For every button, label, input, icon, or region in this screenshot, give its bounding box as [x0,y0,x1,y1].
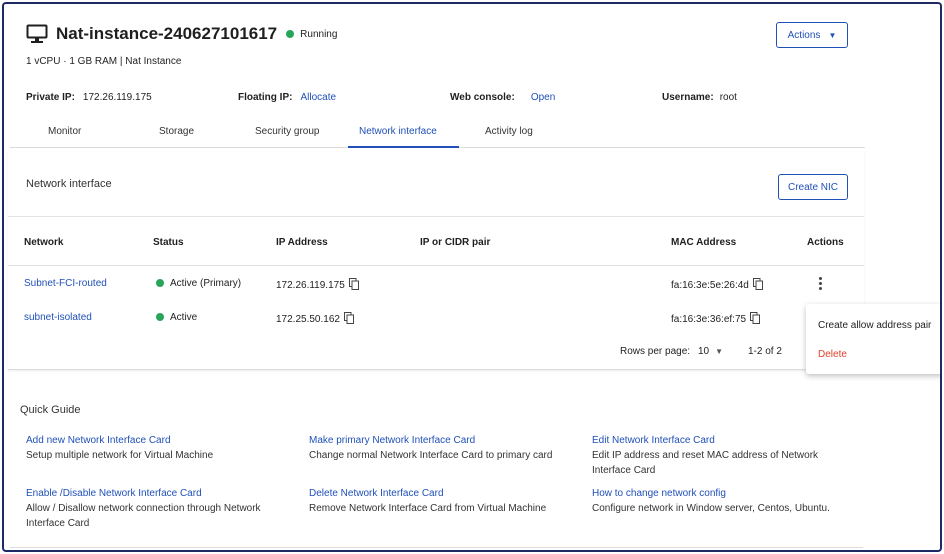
guide-link[interactable]: Make primary Network Interface Card [309,433,579,448]
create-nic-button[interactable]: Create NIC [778,174,848,200]
rows-per-page-label: Rows per page: [620,346,691,357]
tab-bar: Monitor Storage Security group Network i… [16,120,866,148]
monitor-icon [26,24,48,43]
col-ip-cidr: IP or CIDR pair [420,237,491,248]
col-status: Status [153,237,184,248]
username-info: Username: root [662,92,737,103]
guide-desc: Configure network in Window server, Cent… [592,503,830,514]
guide-item: Make primary Network Interface Card Chan… [309,433,579,463]
panel-title: Network interface [26,178,112,190]
instance-specs: 1 vCPU · 1 GB RAM | Nat Instance [26,56,182,67]
web-console-label: Web console: [450,92,515,103]
mac-value: fa:16:3e:5e:26:4d [671,280,749,291]
allocate-link[interactable]: Allocate [300,92,336,103]
ip-cell: 172.25.50.162 [276,312,354,325]
tab-storage[interactable]: Storage [159,126,194,137]
guide-item: Edit Network Interface Card Edit IP addr… [592,433,842,478]
status-dot-icon [156,279,164,287]
copy-icon[interactable] [343,312,354,324]
col-network: Network [24,237,64,248]
private-ip-value: 172.26.119.175 [82,92,152,103]
guide-item: Add new Network Interface Card Setup mul… [26,433,288,463]
table-row: subnet-isolated Active 172.25.50.162 fa:… [8,302,864,334]
quick-guide-title: Quick Guide [20,404,81,416]
quick-guide: Quick Guide Add new Network Interface Ca… [10,388,863,548]
row-actions-menu: Create allow address pair Delete [806,304,940,374]
menu-item-create-allow-address-pair[interactable]: Create allow address pair [818,320,931,331]
actions-button[interactable]: Actions ▼ [776,22,848,48]
copy-icon[interactable] [750,312,761,324]
ip-value: 172.26.119.175 [276,280,345,291]
app-frame: Nat-instance-240627101617 Running 1 vCPU… [2,2,942,552]
col-mac-address: MAC Address [671,237,737,248]
status-text: Active [170,312,198,323]
copy-icon[interactable] [752,278,763,290]
network-interface-panel: Network interface Create NIC Network Sta… [8,152,864,370]
guide-item: Enable /Disable Network Interface Card A… [26,486,286,531]
private-ip-info: Private IP: 172.26.119.175 [26,92,152,103]
ip-value: 172.25.50.162 [276,314,340,325]
status-text: Active (Primary) [170,278,242,289]
rows-per-page: Rows per page: [620,346,690,357]
chevron-down-icon: ▼ [828,30,837,40]
guide-link[interactable]: How to change network config [592,486,850,501]
instance-status: Running [300,28,338,40]
menu-item-delete[interactable]: Delete [818,349,847,360]
username-value: root [719,92,737,103]
guide-link[interactable]: Add new Network Interface Card [26,433,288,448]
row-actions-kebab-icon[interactable] [818,276,822,292]
active-tab-indicator [348,146,459,148]
mac-value: fa:16:3e:36:ef:75 [671,314,747,325]
network-link[interactable]: subnet-isolated [24,312,92,323]
actions-button-label: Actions [787,29,821,41]
instance-header: Nat-instance-240627101617 Running 1 vCPU… [10,10,865,148]
title-row: Nat-instance-240627101617 Running [26,24,337,44]
instance-name: Nat-instance-240627101617 [56,24,278,43]
status-dot-icon [286,30,295,38]
web-console-info: Web console: Open [450,92,555,103]
guide-link[interactable]: Enable /Disable Network Interface Card [26,486,286,501]
mac-cell: fa:16:3e:36:ef:75 [671,312,761,325]
guide-link[interactable]: Edit Network Interface Card [592,433,842,448]
status-dot-icon [156,313,164,321]
caret-down-icon: ▼ [715,347,724,356]
username-label: Username: [662,92,714,103]
tab-monitor[interactable]: Monitor [48,126,81,137]
status-cell: Active [156,312,197,323]
guide-desc: Allow / Disallow network connection thro… [26,503,261,529]
mac-cell: fa:16:3e:5e:26:4d [671,278,763,291]
open-console-link[interactable]: Open [531,92,555,103]
tab-activity-log[interactable]: Activity log [485,126,533,137]
tab-security-group[interactable]: Security group [255,126,319,137]
rows-per-page-select[interactable]: 10 ▼ [698,346,723,357]
col-ip-address: IP Address [276,237,328,248]
guide-desc: Setup multiple network for Virtual Machi… [26,450,214,461]
guide-desc: Remove Network Interface Card from Virtu… [309,503,547,514]
tab-network-interface[interactable]: Network interface [359,126,437,137]
status-cell: Active (Primary) [156,278,241,289]
guide-item: Delete Network Interface Card Remove Net… [309,486,579,516]
floating-ip-info: Floating IP: Allocate [238,92,336,103]
col-actions: Actions [807,237,844,248]
rows-per-page-value: 10 [698,346,710,357]
guide-desc: Edit IP address and reset MAC address of… [592,450,819,476]
pagination-range: 1-2 of 2 [748,346,782,357]
floating-ip-label: Floating IP: [238,92,293,103]
network-link[interactable]: Subnet-FCI-routed [24,278,107,289]
guide-link[interactable]: Delete Network Interface Card [309,486,579,501]
copy-icon[interactable] [348,278,359,290]
guide-item: How to change network config Configure n… [592,486,850,516]
ip-cell: 172.26.119.175 [276,278,359,291]
table-header: Network Status IP Address IP or CIDR pai… [8,216,864,266]
guide-desc: Change normal Network Interface Card to … [309,450,553,461]
private-ip-label: Private IP: [26,92,75,103]
table-row: Subnet-FCI-routed Active (Primary) 172.2… [8,268,864,300]
